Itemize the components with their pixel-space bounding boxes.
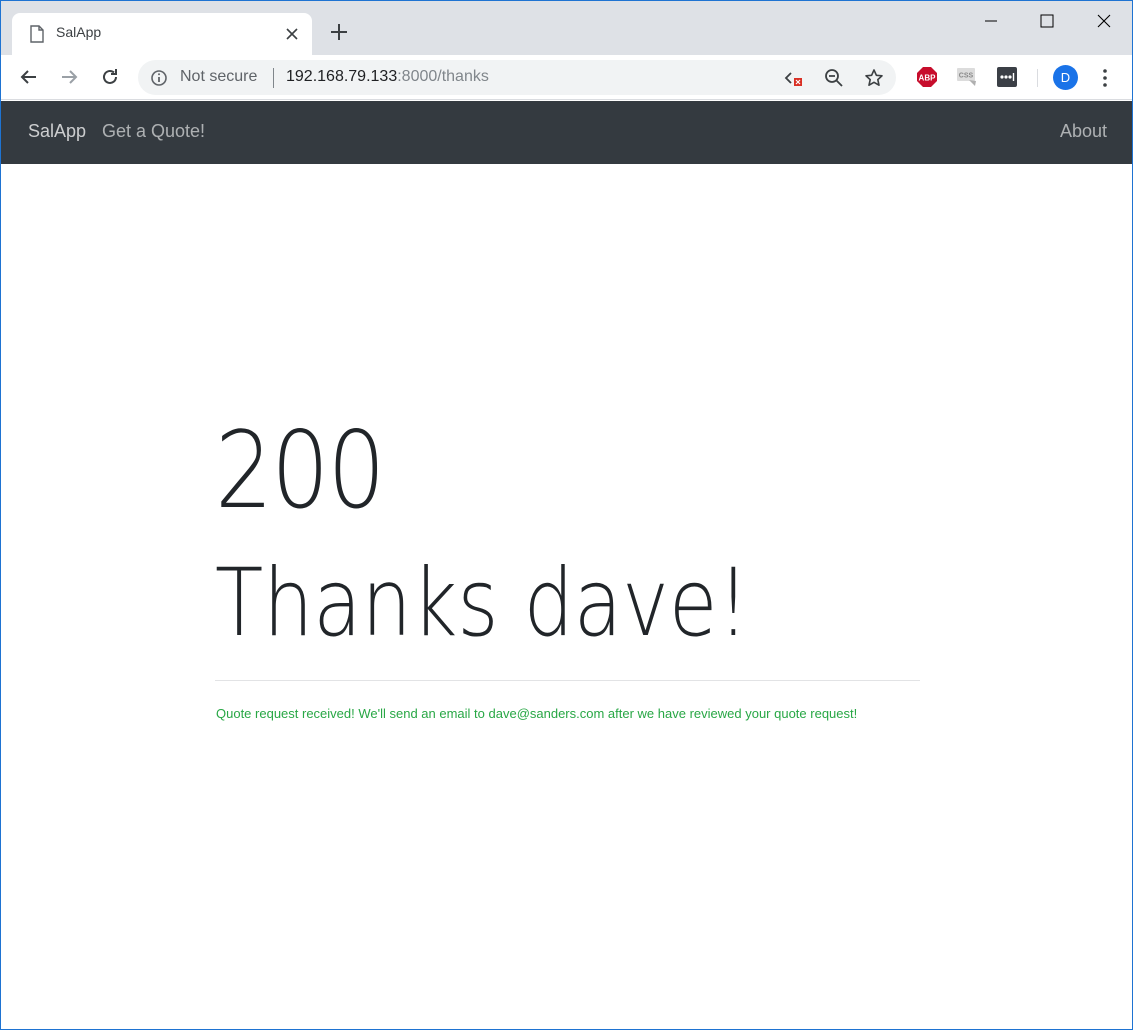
address-divider [273,68,274,88]
back-arrow-icon[interactable] [18,66,40,88]
bookmark-star-icon[interactable] [864,68,884,88]
reload-icon[interactable] [99,66,121,88]
nav-link-about[interactable]: About [1060,121,1107,142]
css-viewer-icon[interactable]: CSS [956,66,978,88]
toolbar-divider [1037,69,1038,87]
browser-toolbar: Not secure 192.168.79.133:8000/thanks AB… [1,55,1132,100]
svg-text:ABP: ABP [919,74,937,83]
page-icon [30,25,44,43]
new-tab-icon[interactable] [328,21,350,43]
svg-text:CSS: CSS [959,73,974,80]
adblock-plus-icon[interactable]: ABP [916,66,938,88]
zoom-out-icon[interactable] [824,68,844,88]
url-host: 192.168.79.133 [286,68,398,85]
main-content: 200 Thanks dave! Quote request received!… [215,164,920,1029]
maximize-icon[interactable] [1032,9,1062,33]
tab-title: SalApp [56,24,102,40]
profile-avatar[interactable]: D [1053,65,1078,90]
nav-link-get-quote[interactable]: Get a Quote! [102,121,205,142]
confirmation-message: Quote request received! We'll send an em… [216,706,858,721]
navbar-brand-link[interactable]: SalApp [28,121,86,142]
window-close-icon[interactable] [1089,9,1119,33]
blocked-code-icon[interactable] [784,68,804,88]
horizontal-divider [215,680,920,681]
close-tab-icon[interactable] [284,26,300,42]
url-path: :8000/thanks [397,68,489,85]
minimize-icon[interactable] [976,9,1006,33]
password-manager-icon[interactable] [996,66,1018,88]
security-label[interactable]: Not secure [180,68,257,86]
forward-arrow-icon[interactable] [58,66,80,88]
tab-salapp[interactable]: SalApp [12,13,312,55]
tab-strip: SalApp [1,1,1132,55]
status-code-heading: 200 [215,409,386,532]
info-icon[interactable] [150,69,168,87]
site-navbar: SalApp Get a Quote! About [1,101,1132,164]
address-bar[interactable]: Not secure 192.168.79.133:8000/thanks [138,60,896,95]
url-text[interactable]: 192.168.79.133:8000/thanks [286,68,489,86]
thanks-heading: Thanks dave! [215,549,750,658]
more-menu-icon[interactable] [1097,67,1113,89]
browser-window: SalApp Not secure 192.168.79.133:8000/th… [0,0,1133,1030]
